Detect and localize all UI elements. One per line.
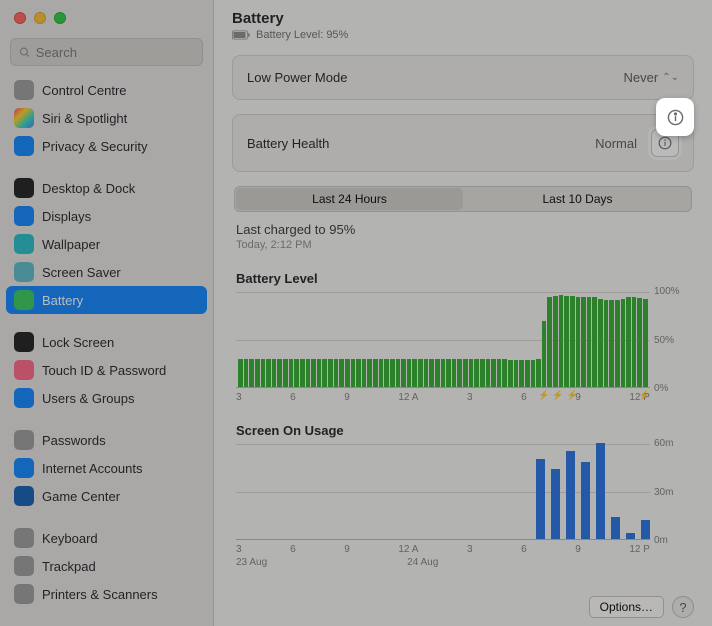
seg-last-24-hours[interactable]: Last 24 Hours — [236, 188, 463, 210]
sidebar-item-keyboard[interactable]: Keyboard — [6, 524, 207, 552]
chart-battery-level: ⚡⚡⚡ ⚡ 100%50%0% — [236, 292, 690, 388]
search-icon — [19, 46, 31, 59]
sidebar-icon — [14, 136, 34, 156]
sidebar-item-privacy-security[interactable]: Privacy & Security — [6, 132, 207, 160]
last-charge-sub: Today, 2:12 PM — [236, 239, 690, 251]
sidebar-item-screen-saver[interactable]: Screen Saver — [6, 258, 207, 286]
battery-health-card: Battery Health Normal — [232, 114, 694, 172]
time-range-segmented: Last 24 Hours Last 10 Days — [234, 186, 692, 212]
sidebar-icon — [14, 206, 34, 226]
sidebar: Control Centre Siri & Spotlight Privacy & … — [0, 0, 214, 626]
options-button[interactable]: Options… — [589, 596, 664, 618]
sidebar-icon — [14, 584, 34, 604]
bolt-icon: ⚡ — [552, 390, 563, 401]
bolt-icon: ⚡ — [639, 390, 650, 401]
low-power-card: Low Power Mode Never ⌃⌄ — [232, 55, 694, 100]
sidebar-item-label: Keyboard — [42, 531, 98, 546]
sidebar-item-label: Siri & Spotlight — [42, 111, 127, 126]
sidebar-item-label: Battery — [42, 293, 83, 308]
sidebar-item-printers-scanners[interactable]: Printers & Scanners — [6, 580, 207, 608]
sidebar-item-label: Displays — [42, 209, 91, 224]
sidebar-item-desktop-dock[interactable]: Desktop & Dock — [6, 174, 207, 202]
bolt-icon: ⚡ — [538, 390, 549, 401]
chart-screen-on: 60m30m0m — [236, 444, 690, 540]
maximize-icon[interactable] — [54, 12, 66, 24]
sidebar-item-lock-screen[interactable]: Lock Screen — [6, 328, 207, 356]
sidebar-icon — [14, 388, 34, 408]
sidebar-item-label: Screen Saver — [42, 265, 121, 280]
chart-screen-on-title: Screen On Usage — [236, 423, 690, 438]
sidebar-item-label: Printers & Scanners — [42, 587, 158, 602]
last-charge-info: Last charged to 95% Today, 2:12 PM — [236, 222, 690, 251]
sidebar-icon — [14, 528, 34, 548]
chart-x-labels: 36912 A36912 P — [232, 540, 654, 555]
minimize-icon[interactable] — [34, 12, 46, 24]
sidebar-item-internet-accounts[interactable]: Internet Accounts — [6, 454, 207, 482]
sidebar-item-label: Wallpaper — [42, 237, 100, 252]
seg-last-10-days[interactable]: Last 10 Days — [464, 187, 691, 211]
sidebar-item-label: Internet Accounts — [42, 461, 142, 476]
chart-battery-level-title: Battery Level — [236, 271, 690, 286]
sidebar-icon — [14, 290, 34, 310]
sidebar-list: Control Centre Siri & Spotlight Privacy & … — [0, 76, 213, 626]
sidebar-icon — [14, 178, 34, 198]
close-icon[interactable] — [14, 12, 26, 24]
battery-status-text: Battery Level: 95% — [256, 29, 348, 41]
low-power-label: Low Power Mode — [247, 70, 347, 85]
sidebar-item-wallpaper[interactable]: Wallpaper — [6, 230, 207, 258]
sidebar-icon — [14, 458, 34, 478]
help-button[interactable]: ? — [672, 596, 694, 618]
sidebar-item-game-center[interactable]: Game Center — [6, 482, 207, 510]
sidebar-icon — [14, 430, 34, 450]
last-charge-main: Last charged to 95% — [236, 222, 690, 237]
sidebar-item-label: Touch ID & Password — [42, 363, 166, 378]
page-title: Battery — [232, 10, 694, 27]
sidebar-item-displays[interactable]: Displays — [6, 202, 207, 230]
sidebar-icon — [14, 80, 34, 100]
chart-x-sublabels: 23 Aug24 Aug — [232, 555, 694, 568]
sidebar-item-label: Lock Screen — [42, 335, 114, 350]
sidebar-icon — [14, 556, 34, 576]
highlight-info-button[interactable] — [656, 98, 694, 136]
sidebar-icon — [14, 360, 34, 380]
battery-icon — [232, 30, 250, 40]
sidebar-item-trackpad[interactable]: Trackpad — [6, 552, 207, 580]
sidebar-icon — [14, 486, 34, 506]
info-icon — [667, 109, 684, 126]
search-field[interactable] — [10, 38, 203, 66]
sidebar-item-label: Passwords — [42, 433, 106, 448]
charging-indicators: ⚡⚡⚡ ⚡ — [538, 390, 650, 401]
sidebar-item-battery[interactable]: Battery — [6, 286, 207, 314]
window-controls — [0, 0, 213, 32]
battery-health-value: Normal — [595, 136, 637, 151]
sidebar-item-siri-spotlight[interactable]: Siri & Spotlight — [6, 104, 207, 132]
sidebar-item-label: Privacy & Security — [42, 139, 147, 154]
sidebar-icon — [14, 108, 34, 128]
battery-status-row: Battery Level: 95% — [232, 29, 694, 41]
low-power-value: Never — [624, 70, 659, 85]
main-pane: Battery Battery Level: 95% Low Power Mod… — [214, 0, 712, 626]
sidebar-item-label: Users & Groups — [42, 391, 134, 406]
sidebar-item-control-centre[interactable]: Control Centre — [6, 76, 207, 104]
sidebar-icon — [14, 234, 34, 254]
sidebar-icon — [14, 332, 34, 352]
sidebar-icon — [14, 262, 34, 282]
sidebar-item-users-groups[interactable]: Users & Groups — [6, 384, 207, 412]
sidebar-item-label: Control Centre — [42, 83, 127, 98]
chevron-updown-icon: ⌃⌄ — [662, 72, 679, 83]
bolt-icon: ⚡ — [566, 390, 577, 401]
battery-health-label: Battery Health — [247, 136, 329, 151]
low-power-popup[interactable]: Never ⌃⌄ — [624, 70, 679, 85]
sidebar-item-label: Trackpad — [42, 559, 96, 574]
sidebar-item-touch-id-password[interactable]: Touch ID & Password — [6, 356, 207, 384]
sidebar-item-passwords[interactable]: Passwords — [6, 426, 207, 454]
search-input[interactable] — [36, 45, 194, 60]
system-settings-window: Control Centre Siri & Spotlight Privacy & … — [0, 0, 712, 626]
sidebar-item-label: Desktop & Dock — [42, 181, 135, 196]
sidebar-item-label: Game Center — [42, 489, 120, 504]
